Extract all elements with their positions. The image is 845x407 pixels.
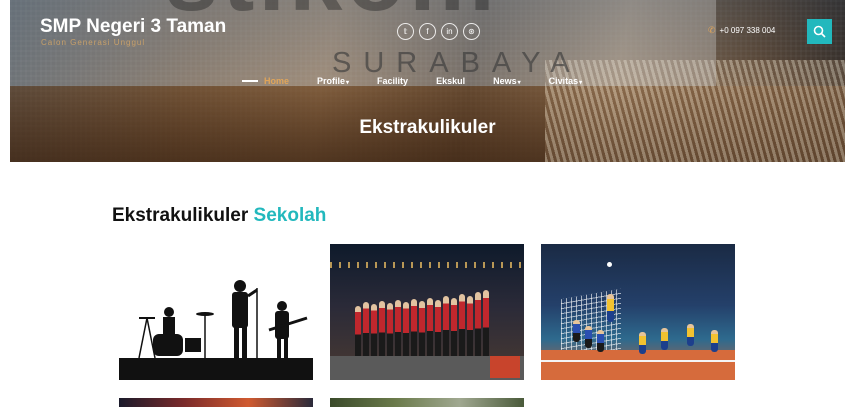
site-tagline: Calon Generasi Unggul xyxy=(41,38,146,47)
nav-home-label: Home xyxy=(264,76,290,86)
dribbble-icon[interactable]: ⊛ xyxy=(463,23,480,40)
chevron-down-icon: ▾ xyxy=(579,80,583,86)
singer-figure xyxy=(379,301,385,358)
singer-figure xyxy=(355,306,361,358)
singer-figure xyxy=(467,296,473,358)
stage-box xyxy=(490,356,520,378)
singer-figure xyxy=(403,302,409,358)
singer-figure xyxy=(363,302,369,358)
nav-ekskul-label: Ekskul xyxy=(436,76,466,86)
nav-facility[interactable]: Facility xyxy=(377,76,408,86)
player-figure xyxy=(607,294,614,322)
main-nav: Home Profile▾ Facility Ekskul News▾ Civi… xyxy=(242,76,610,86)
gallery-image-band[interactable] xyxy=(119,246,313,380)
site-title[interactable]: SMP Negeri 3 Taman xyxy=(40,16,226,38)
page-title: Ekstrakulikuler xyxy=(359,117,496,138)
section-heading-accent: Sekolah xyxy=(253,205,327,226)
nav-home[interactable]: Home xyxy=(242,76,289,86)
nav-profile-label: Profile xyxy=(317,76,346,86)
nav-news[interactable]: News▾ xyxy=(493,76,521,86)
active-indicator xyxy=(242,80,258,82)
contact-phone: ✆ +0 097 338 004 xyxy=(708,25,775,36)
phone-number: +0 097 338 004 xyxy=(719,26,776,35)
player-figure xyxy=(661,328,668,350)
chevron-down-icon: ▾ xyxy=(517,80,521,86)
singer-figure xyxy=(419,301,425,358)
stage-lights xyxy=(330,262,524,268)
player-figure xyxy=(687,324,694,346)
court-line xyxy=(541,360,735,362)
singer-figure xyxy=(371,304,377,358)
player-figure xyxy=(573,320,580,342)
nav-profile[interactable]: Profile▾ xyxy=(317,76,349,86)
singer-figure xyxy=(411,299,417,358)
search-icon xyxy=(813,25,826,38)
volleyball-ball xyxy=(607,262,612,267)
singer-figure xyxy=(395,300,401,358)
gallery-image-partial[interactable] xyxy=(119,398,313,407)
section-heading: Ekstrakulikuler Sekolah xyxy=(112,205,326,227)
singer-figure xyxy=(435,300,441,358)
singer-figure xyxy=(387,303,393,358)
player-figure xyxy=(711,330,718,352)
singer-figure xyxy=(459,294,465,358)
volleyball-court xyxy=(541,350,735,380)
watermark-logo-text: stikom xyxy=(165,0,625,18)
singer-figure xyxy=(443,296,449,358)
search-button[interactable] xyxy=(807,19,832,44)
band-silhouette-image xyxy=(119,280,313,380)
player-figure xyxy=(585,326,592,348)
hero-banner: stikom SURABAYA SMP Negeri 3 Taman Calon… xyxy=(10,0,845,162)
phone-icon: ✆ xyxy=(708,25,716,35)
gallery-image-volleyball[interactable] xyxy=(541,244,735,380)
facebook-icon[interactable]: f xyxy=(419,23,436,40)
social-links: 𝕥 f in ⊛ xyxy=(397,23,480,40)
player-figure xyxy=(639,332,646,354)
chevron-down-icon: ▾ xyxy=(346,80,350,86)
nav-facility-label: Facility xyxy=(377,76,409,86)
linkedin-icon[interactable]: in xyxy=(441,23,458,40)
nav-civitas[interactable]: Civitas▾ xyxy=(549,76,583,86)
singer-figure xyxy=(427,298,433,358)
section-heading-main: Ekstrakulikuler xyxy=(112,205,249,226)
gallery-image-choir[interactable] xyxy=(330,244,524,380)
nav-ekskul[interactable]: Ekskul xyxy=(436,76,465,86)
nav-civitas-label: Civitas xyxy=(548,76,579,86)
singer-figure xyxy=(475,292,481,358)
choir-singers xyxy=(355,288,524,358)
player-figure xyxy=(597,330,604,352)
singer-figure xyxy=(451,298,457,358)
twitter-icon[interactable]: 𝕥 xyxy=(397,23,414,40)
gallery-image-partial[interactable] xyxy=(330,398,524,407)
singer-figure xyxy=(483,290,489,358)
nav-news-label: News xyxy=(493,76,517,86)
